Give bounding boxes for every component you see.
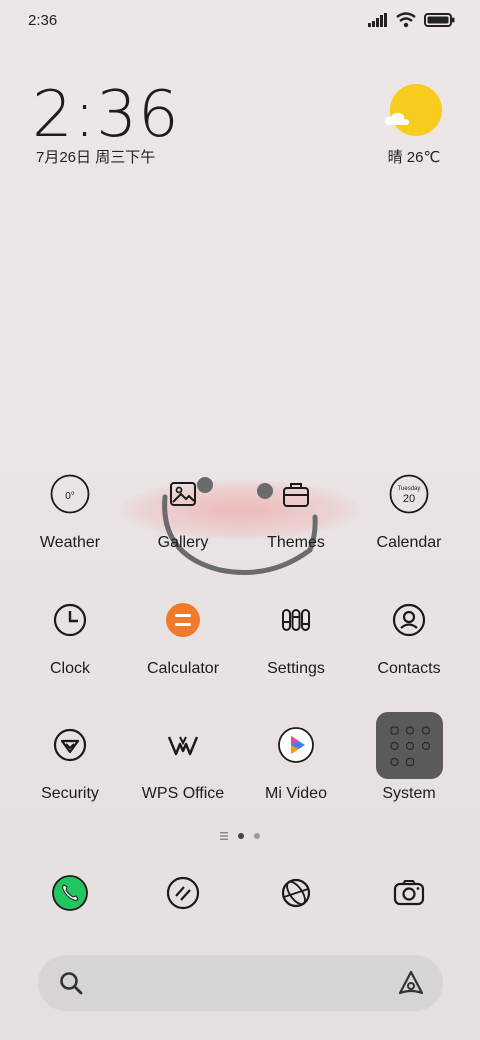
app-label: Calculator [146, 660, 220, 677]
app-calculator[interactable]: Calculator [127, 600, 239, 710]
app-clock[interactable]: Clock [14, 600, 126, 710]
page-dot [254, 833, 260, 839]
page-indicator[interactable] [198, 830, 282, 842]
battery-icon [424, 13, 455, 27]
clock-widget-time[interactable]: 2:36 [32, 78, 180, 152]
page-dot-active [238, 833, 244, 839]
app-label: Weather [39, 534, 101, 551]
mi-video-icon [276, 725, 316, 765]
settings-icon [276, 600, 316, 640]
app-security[interactable]: Security [14, 725, 126, 835]
status-icons [368, 12, 456, 28]
dock-camera-icon[interactable] [390, 874, 428, 912]
app-settings[interactable]: Settings [240, 600, 352, 710]
app-label: Clock [49, 660, 90, 677]
app-wps-office[interactable]: WPS Office [127, 725, 239, 835]
calendar-icon-date: 20 [403, 493, 415, 505]
app-label: System [382, 785, 436, 802]
signal-icon [368, 13, 387, 27]
calendar-icon-day: Tuesday [398, 486, 421, 492]
security-icon [50, 725, 90, 765]
list-icon [220, 832, 228, 840]
dock-browser-icon[interactable] [277, 874, 315, 912]
sun-icon [390, 84, 442, 136]
dock-phone-icon[interactable] [51, 874, 89, 912]
weather-widget[interactable]: 晴 26℃ [384, 84, 444, 166]
weather-icon-temp: 0° [65, 491, 75, 502]
weather-icon: 0° [50, 474, 90, 514]
contacts-icon [389, 600, 429, 640]
gallery-icon [163, 474, 203, 514]
system-folder-icon [376, 712, 443, 779]
clock-icon [50, 600, 90, 640]
app-contacts[interactable]: Contacts [353, 600, 465, 710]
app-weather[interactable]: 0° Weather [14, 474, 126, 584]
status-time: 2:36 [28, 12, 58, 29]
app-label: Themes [267, 534, 325, 551]
calendar-icon: Tuesday 20 [389, 474, 429, 514]
app-label: WPS Office [141, 785, 225, 802]
status-bar: 2:36 [0, 0, 480, 44]
assistant-icon[interactable] [397, 969, 425, 997]
weather-condition-temp: 晴 26℃ [387, 149, 441, 166]
app-label: Security [41, 785, 99, 802]
app-label: Settings [267, 660, 325, 677]
themes-icon [276, 474, 316, 514]
wifi-icon [396, 12, 416, 28]
wps-office-icon [163, 725, 203, 765]
dock-notes-icon[interactable] [164, 874, 202, 912]
app-system-folder[interactable]: System [353, 712, 465, 822]
calculator-icon [163, 600, 203, 640]
app-label: Mi Video [265, 785, 327, 802]
clock-widget-date[interactable]: 7月26日 周三下午 [36, 146, 155, 167]
app-label: Gallery [157, 534, 209, 551]
search-bar[interactable] [38, 955, 443, 1011]
cloud-icon [384, 112, 409, 125]
search-icon [60, 972, 83, 995]
app-mi-video[interactable]: Mi Video [240, 725, 352, 835]
app-label: Contacts [377, 660, 441, 677]
app-label: Calendar [376, 534, 442, 551]
app-calendar[interactable]: Tuesday 20 Calendar [353, 474, 465, 584]
app-gallery[interactable]: Gallery [127, 474, 239, 584]
app-themes[interactable]: Themes [240, 474, 352, 584]
